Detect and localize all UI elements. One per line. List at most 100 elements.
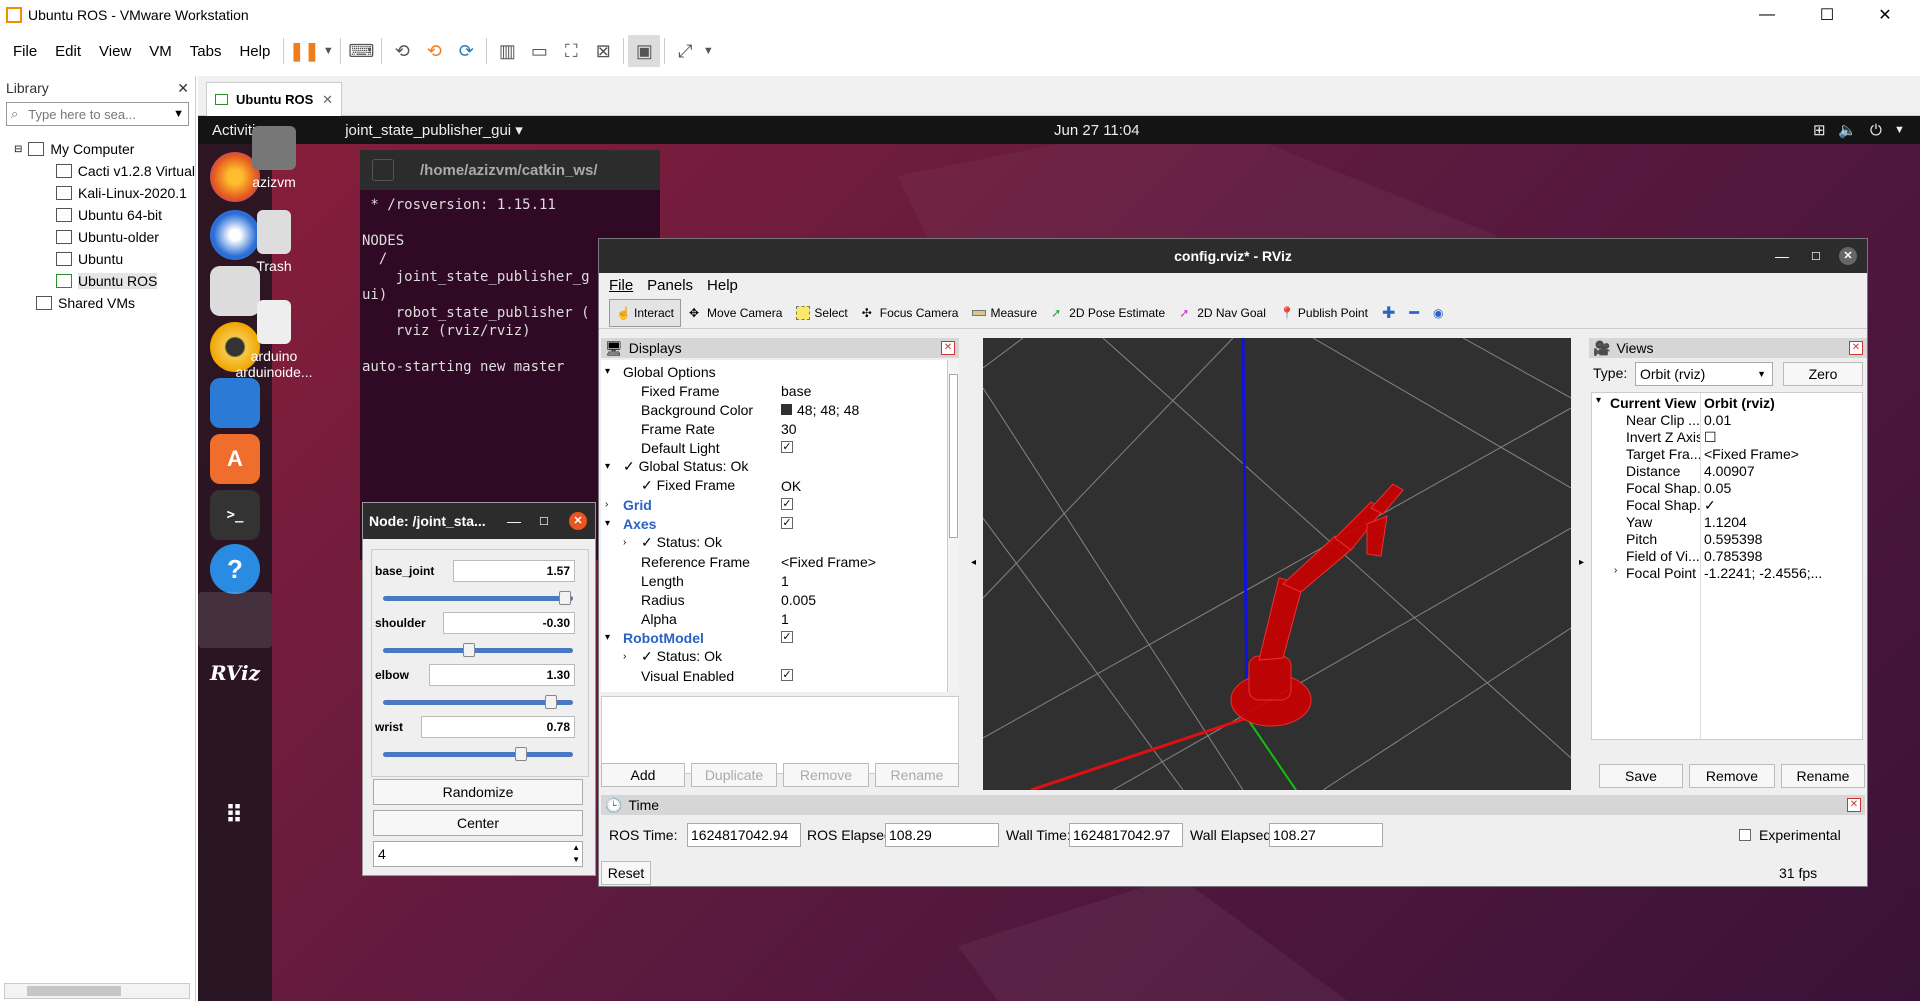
view-property-row[interactable]: Focal Point -1.2241; -2.4556;... ›	[1592, 565, 1862, 582]
system-menu-chevron-icon[interactable]: ▼	[1894, 124, 1905, 136]
display-row-value[interactable]: 1	[781, 573, 789, 589]
menu-vm[interactable]: VM	[140, 43, 181, 60]
joint-value-input[interactable]: 0.78	[421, 716, 575, 738]
ros-elapsed-field[interactable]: 108.29	[885, 823, 999, 847]
expand-arrow-icon[interactable]: ›	[623, 537, 626, 548]
wall-time-field[interactable]: 1624817042.97	[1069, 823, 1183, 847]
display-row[interactable]: Default Light ✓	[601, 438, 946, 457]
joint-slider[interactable]	[383, 747, 573, 761]
view-property-row[interactable]: Field of Vi... 0.785398	[1592, 548, 1862, 565]
display-row-value[interactable]: ✓	[781, 517, 793, 529]
library-view-icon[interactable]: ▥	[491, 35, 523, 67]
views-rename-button[interactable]: Rename	[1781, 764, 1865, 788]
snapshot-manager-icon[interactable]: ⟳	[450, 35, 482, 67]
experimental-checkbox[interactable]	[1739, 829, 1751, 841]
spin-arrows-icon[interactable]: ▲ ▼	[572, 842, 580, 866]
desktop-trash[interactable]: Trash	[234, 210, 314, 274]
view-property-row[interactable]: Distance 4.00907	[1592, 463, 1862, 480]
snapshot-icon[interactable]: ⟲	[386, 35, 418, 67]
console-view-icon[interactable]: ▣	[628, 35, 661, 67]
view-property-row[interactable]: Target Fra... <Fixed Frame>	[1592, 446, 1862, 463]
power-icon[interactable]: ⏻	[1870, 122, 1882, 139]
view-property-value[interactable]: 1.1204	[1704, 514, 1860, 530]
display-row[interactable]: ▾ Axes ✓	[601, 514, 946, 533]
render-3d-view[interactable]	[983, 338, 1571, 790]
displays-close-icon[interactable]: ✕	[941, 341, 955, 355]
display-row-value[interactable]: ✓	[781, 631, 793, 643]
joint-slider[interactable]	[383, 643, 573, 657]
view-property-row[interactable]: Invert Z Axis ☐	[1592, 429, 1862, 446]
tree-vm-kali[interactable]: Kali-Linux-2020.1	[0, 182, 195, 204]
view-property-value[interactable]: ✓	[1704, 497, 1860, 514]
desktop-home-folder[interactable]: azizvm	[234, 126, 314, 190]
displays-remove-button[interactable]: Remove	[783, 763, 869, 787]
joint-slider[interactable]	[383, 591, 573, 605]
display-row[interactable]: Length 1	[601, 571, 946, 590]
slider-knob[interactable]	[463, 643, 476, 657]
views-zero-button[interactable]: Zero	[1783, 362, 1863, 386]
view-property-value[interactable]: 0.01	[1704, 412, 1860, 428]
displays-add-button[interactable]: Add	[601, 763, 685, 787]
reset-button[interactable]: Reset	[601, 861, 651, 885]
view-property-row[interactable]: Near Clip ... 0.01	[1592, 412, 1862, 429]
desktop-arduino[interactable]: arduino arduinoide...	[234, 300, 314, 380]
display-row[interactable]: › ✓ Status: Ok	[601, 647, 946, 666]
column-count-spinbox[interactable]: 4 ▲ ▼	[373, 841, 583, 867]
views-save-button[interactable]: Save	[1599, 764, 1683, 788]
display-row-value[interactable]: 30	[781, 421, 797, 437]
dropdown-chevron-icon[interactable]: ▼	[320, 35, 336, 67]
display-row[interactable]: ▾ Global Options	[601, 362, 946, 381]
view-property-value[interactable]: 0.05	[1704, 480, 1860, 496]
display-row[interactable]: Reference Frame <Fixed Frame>	[601, 552, 946, 571]
displays-tree[interactable]: ▾ Global Options Fixed Frame base Background…	[601, 360, 947, 692]
send-keys-icon[interactable]: ⌨	[345, 35, 377, 67]
clock[interactable]: Jun 27 11:04	[1054, 122, 1140, 139]
tool-2d-nav-goal[interactable]: ➚ 2D Nav Goal	[1173, 299, 1272, 327]
library-search-input[interactable]: ⌕ Type here to sea... ▼	[6, 102, 189, 126]
expand-arrow-icon[interactable]: ›	[605, 499, 608, 510]
display-row[interactable]: Frame Rate 30	[601, 419, 946, 438]
display-row-value[interactable]: 1	[781, 611, 789, 627]
display-row[interactable]: ▾ ✓ Global Status: Ok	[601, 457, 946, 476]
tab-ubuntu-ros[interactable]: Ubuntu ROS ✕	[206, 82, 342, 116]
display-row-value[interactable]: base	[781, 383, 811, 399]
view-property-value[interactable]: <Fixed Frame>	[1704, 446, 1860, 462]
search-dropdown-icon[interactable]: ▼	[173, 108, 184, 120]
wall-elapsed-field[interactable]: 108.27	[1269, 823, 1383, 847]
view-property-row[interactable]: Yaw 1.1204	[1592, 514, 1862, 531]
view-property-row[interactable]: Focal Shap...0.05	[1592, 480, 1862, 497]
close-button[interactable]: ✕	[1862, 0, 1908, 30]
volume-icon[interactable]: 🔈	[1838, 121, 1857, 139]
libreoffice-writer-icon[interactable]	[210, 378, 260, 428]
tool-select[interactable]: Select	[790, 299, 853, 327]
display-row[interactable]: › Grid ✓	[601, 495, 946, 514]
views-remove-button[interactable]: Remove	[1689, 764, 1775, 788]
collapse-left-icon[interactable]: ◂	[971, 557, 976, 568]
display-row-value[interactable]: ✓	[781, 498, 793, 510]
view-property-value[interactable]: 0.595398	[1704, 531, 1860, 547]
ros-time-field[interactable]: 1624817042.94	[687, 823, 801, 847]
display-row[interactable]: ✓ Fixed Frame OK	[601, 476, 946, 495]
slider-knob[interactable]	[514, 747, 527, 761]
tool-move-camera[interactable]: ✥ Move Camera	[683, 299, 788, 327]
maximize-icon[interactable]: ☐	[539, 515, 549, 528]
view-property-value[interactable]: -1.2241; -2.4556;...	[1704, 565, 1860, 581]
display-row-value[interactable]: 48; 48; 48	[797, 402, 859, 418]
tree-vm-cacti[interactable]: Cacti v1.2.8 Virtual	[0, 160, 195, 182]
software-center-icon[interactable]: A	[210, 434, 260, 484]
displays-scrollbar[interactable]	[947, 360, 959, 692]
view-property-value[interactable]: ☐	[1704, 429, 1860, 446]
expand-arrow-icon[interactable]: ▾	[605, 518, 610, 529]
expand-arrow-icon[interactable]: ▾	[1596, 395, 1601, 406]
app-menu[interactable]: joint_state_publisher_gui ▾	[345, 121, 523, 139]
network-icon[interactable]: ⊞	[1813, 121, 1826, 139]
expand-arrow-icon[interactable]: ›	[1614, 565, 1617, 576]
library-scrollbar[interactable]	[4, 983, 190, 999]
view-property-value[interactable]: 4.00907	[1704, 463, 1860, 479]
menu-edit[interactable]: Edit	[46, 43, 90, 60]
rviz-icon[interactable]: RViz	[210, 648, 260, 698]
tree-vm-ubuntu-older[interactable]: Ubuntu-older	[0, 226, 195, 248]
expand-arrow-icon[interactable]: ›	[623, 651, 626, 662]
display-row[interactable]: Visual Enabled ✓	[601, 666, 946, 685]
time-close-icon[interactable]: ✕	[1847, 798, 1861, 812]
